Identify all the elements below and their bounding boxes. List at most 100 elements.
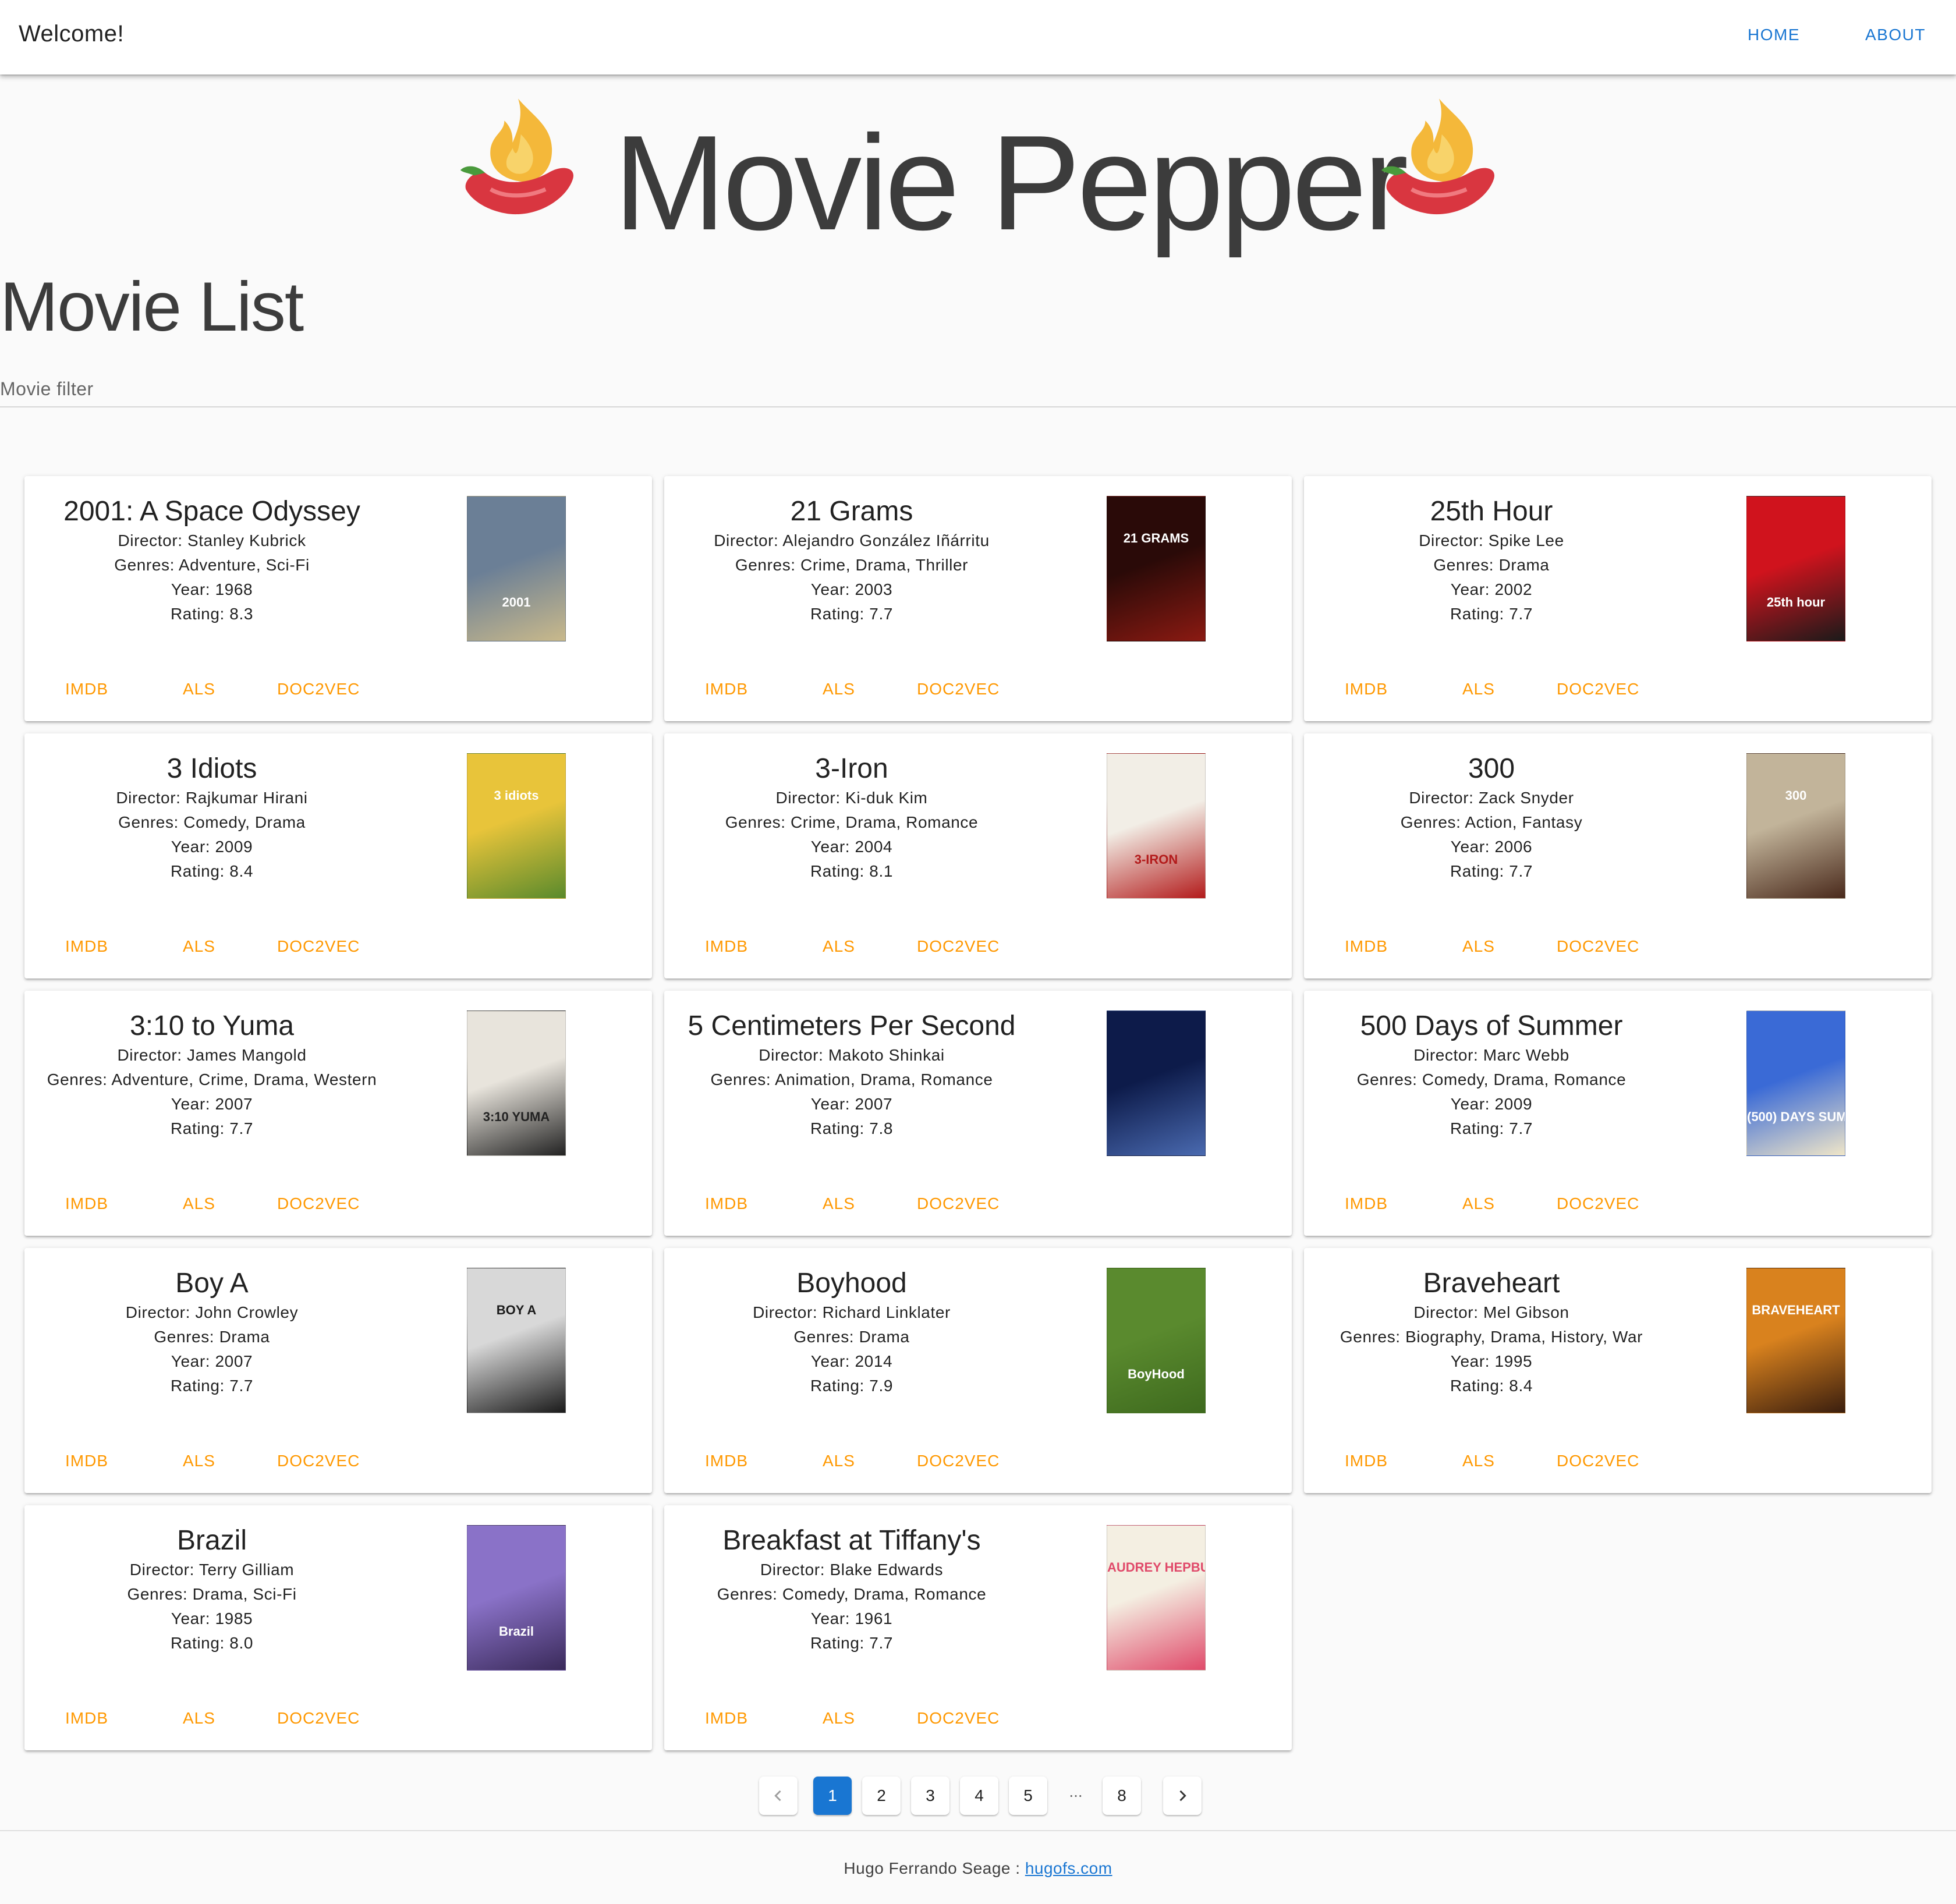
movie-year: Year: 2006 [1450, 838, 1533, 856]
chevron-right-icon [1179, 1790, 1186, 1802]
movie-rating: Rating: 7.7 [1450, 605, 1533, 623]
doc2vec-button[interactable]: DOC2VEC [917, 1452, 1000, 1470]
movie-year: Year: 2007 [810, 1095, 893, 1113]
page-button-3[interactable]: 3 [911, 1777, 949, 1815]
movie-year: Year: 2007 [171, 1095, 253, 1113]
movie-info: 3 Idiots Director: Rajkumar Hirani Genres:… [24, 752, 399, 884]
movie-poster: 300 [1746, 753, 1845, 899]
page-button-1[interactable]: 1 [813, 1777, 852, 1815]
movie-poster: 3:10 YUMA [467, 1010, 566, 1156]
movie-rating: Rating: 8.4 [170, 862, 254, 880]
imdb-button[interactable]: IMDB [65, 1194, 108, 1213]
doc2vec-button[interactable]: DOC2VEC [917, 1709, 1000, 1728]
doc2vec-button[interactable]: DOC2VEC [1557, 1194, 1639, 1213]
imdb-button[interactable]: IMDB [65, 1709, 108, 1728]
doc2vec-button[interactable]: DOC2VEC [917, 680, 1000, 699]
movie-year: Year: 2004 [810, 838, 893, 856]
poster-title: BOY A [496, 1303, 537, 1317]
movie-title: 5 Centimeters Per Second [688, 1010, 1016, 1041]
movie-card: 300 Director: Zack Snyder Genres: Action, … [1304, 733, 1932, 978]
als-button[interactable]: ALS [823, 1194, 855, 1213]
movie-genres: Genres: Animation, Drama, Romance [710, 1070, 993, 1088]
doc2vec-button[interactable]: DOC2VEC [277, 1452, 360, 1470]
movie-year: Year: 2009 [171, 838, 253, 856]
doc2vec-button[interactable]: DOC2VEC [1557, 1452, 1639, 1470]
doc2vec-button[interactable]: DOC2VEC [1557, 937, 1639, 956]
als-button[interactable]: ALS [183, 1194, 215, 1213]
doc2vec-button[interactable]: DOC2VEC [277, 1709, 360, 1728]
imdb-button[interactable]: IMDB [1345, 1452, 1388, 1470]
movie-info: 5 Centimeters Per Second Director: Makoto… [664, 1009, 1039, 1141]
movie-info: Breakfast at Tiffany's Director: Blake Ed… [664, 1524, 1039, 1655]
hero-banner: Movie Pepper [0, 87, 1956, 256]
doc2vec-button[interactable]: DOC2VEC [277, 680, 360, 699]
movie-info: 2001: A Space Odyssey Director: Stanley K… [24, 495, 399, 626]
doc2vec-button[interactable]: DOC2VEC [917, 937, 1000, 956]
movie-actions: IMDB ALS DOC2VEC [24, 1447, 399, 1480]
page-button-8[interactable]: 8 [1103, 1777, 1141, 1815]
imdb-button[interactable]: IMDB [65, 937, 108, 956]
imdb-button[interactable]: IMDB [705, 937, 748, 956]
prev-page-button[interactable] [759, 1777, 798, 1815]
movie-genres: Genres: Drama [154, 1328, 270, 1346]
movie-director: Director: Makoto Shinkai [759, 1046, 945, 1064]
movie-director: Director: Terry Gilliam [129, 1561, 295, 1579]
movie-director: Director: James Mangold [117, 1046, 307, 1064]
doc2vec-button[interactable]: DOC2VEC [277, 1194, 360, 1213]
movie-director: Director: Zack Snyder [1409, 789, 1574, 807]
doc2vec-button[interactable]: DOC2VEC [1557, 680, 1639, 699]
als-button[interactable]: ALS [183, 680, 215, 699]
movie-info: Boy A Director: John Crowley Genres: Drama… [24, 1267, 399, 1398]
als-button[interactable]: ALS [1462, 1452, 1495, 1470]
imdb-button[interactable]: IMDB [705, 1452, 748, 1470]
page-button-4[interactable]: 4 [960, 1777, 998, 1815]
imdb-button[interactable]: IMDB [705, 680, 748, 699]
movie-director: Director: John Crowley [125, 1303, 299, 1321]
movie-rating: Rating: 7.7 [1450, 1119, 1533, 1137]
imdb-button[interactable]: IMDB [65, 680, 108, 699]
als-button[interactable]: ALS [823, 937, 855, 956]
movie-filter-input[interactable]: Movie filter [0, 370, 1956, 407]
next-page-button[interactable] [1163, 1777, 1202, 1815]
movie-info: Brazil Director: Terry Gilliam Genres: Dra… [24, 1524, 399, 1655]
imdb-button[interactable]: IMDB [65, 1452, 108, 1470]
nav-about-link[interactable]: ABOUT [1865, 26, 1926, 44]
movie-rating: Rating: 8.4 [1450, 1377, 1533, 1395]
movie-rating: Rating: 7.8 [810, 1119, 894, 1137]
movie-info: Braveheart Director: Mel Gibson Genres: Bi… [1304, 1267, 1679, 1398]
poster-title: 300 [1785, 788, 1807, 803]
imdb-button[interactable]: IMDB [705, 1709, 748, 1728]
als-button[interactable]: ALS [823, 680, 855, 699]
movie-director: Director: Rajkumar Hirani [116, 789, 308, 807]
app-bar-title: Welcome! [19, 21, 125, 47]
als-button[interactable]: ALS [1462, 680, 1495, 699]
als-button[interactable]: ALS [823, 1452, 855, 1470]
movie-info: 300 Director: Zack Snyder Genres: Action, … [1304, 752, 1679, 884]
imdb-button[interactable]: IMDB [705, 1194, 748, 1213]
page-button-5[interactable]: 5 [1009, 1777, 1047, 1815]
movie-genres: Genres: Drama, Sci-Fi [127, 1585, 297, 1603]
movie-genres: Genres: Crime, Drama, Romance [725, 813, 979, 831]
als-button[interactable]: ALS [1462, 1194, 1495, 1213]
poster-title: BoyHood [1128, 1367, 1185, 1381]
als-button[interactable]: ALS [823, 1709, 855, 1728]
imdb-button[interactable]: IMDB [1345, 1194, 1388, 1213]
imdb-button[interactable]: IMDB [1345, 680, 1388, 699]
movie-rating: Rating: 7.7 [810, 1634, 894, 1652]
hero-title: Movie Pepper [614, 108, 1408, 258]
footer-link[interactable]: hugofs.com [1025, 1859, 1112, 1877]
als-button[interactable]: ALS [183, 1709, 215, 1728]
movie-director: Director: Ki-duk Kim [775, 789, 928, 807]
movie-poster: BOY A [467, 1268, 566, 1413]
nav-home-link[interactable]: HOME [1748, 26, 1800, 44]
doc2vec-button[interactable]: DOC2VEC [917, 1194, 1000, 1213]
movie-poster: (500) DAYS SUMMER [1746, 1010, 1845, 1156]
movie-info: 3:10 to Yuma Director: James Mangold Genre… [24, 1009, 399, 1141]
page-button-2[interactable]: 2 [862, 1777, 901, 1815]
movie-genres: Genres: Comedy, Drama [118, 813, 306, 831]
als-button[interactable]: ALS [1462, 937, 1495, 956]
doc2vec-button[interactable]: DOC2VEC [277, 937, 360, 956]
imdb-button[interactable]: IMDB [1345, 937, 1388, 956]
als-button[interactable]: ALS [183, 937, 215, 956]
als-button[interactable]: ALS [183, 1452, 215, 1470]
